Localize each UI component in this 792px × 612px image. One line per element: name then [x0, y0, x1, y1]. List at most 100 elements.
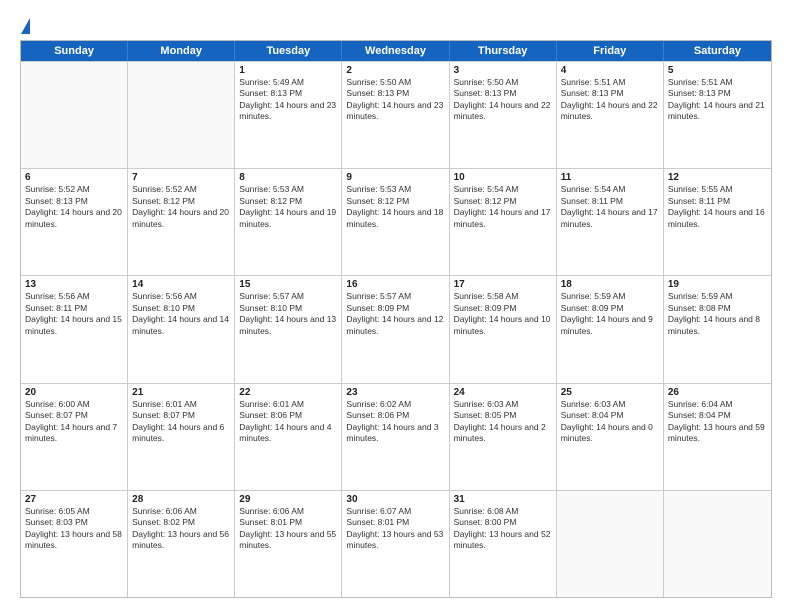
cell-info-line: Sunset: 8:08 PM — [668, 303, 767, 314]
calendar-cell-9: 9Sunrise: 5:53 AMSunset: 8:12 PMDaylight… — [342, 169, 449, 275]
cell-info-line: Sunset: 8:04 PM — [561, 410, 659, 421]
calendar-header: SundayMondayTuesdayWednesdayThursdayFrid… — [21, 41, 771, 61]
calendar-cell-19: 19Sunrise: 5:59 AMSunset: 8:08 PMDayligh… — [664, 276, 771, 382]
cell-info-line: Sunrise: 6:03 AM — [454, 399, 552, 410]
day-number: 29 — [239, 494, 337, 505]
header-day-saturday: Saturday — [664, 41, 771, 61]
cell-info-line: Sunrise: 5:58 AM — [454, 291, 552, 302]
header-day-wednesday: Wednesday — [342, 41, 449, 61]
cell-info-line: Daylight: 14 hours and 23 minutes. — [346, 100, 444, 123]
cell-info-line: Daylight: 14 hours and 20 minutes. — [132, 207, 230, 230]
day-number: 31 — [454, 494, 552, 505]
cell-info-line: Sunset: 8:11 PM — [668, 196, 767, 207]
cell-info-line: Sunset: 8:09 PM — [561, 303, 659, 314]
cell-info-line: Sunrise: 6:03 AM — [561, 399, 659, 410]
cell-info-line: Sunset: 8:11 PM — [561, 196, 659, 207]
cell-info-line: Sunset: 8:07 PM — [25, 410, 123, 421]
cell-info-line: Sunset: 8:12 PM — [346, 196, 444, 207]
cell-info-line: Daylight: 14 hours and 17 minutes. — [454, 207, 552, 230]
header-day-friday: Friday — [557, 41, 664, 61]
cell-info-line: Sunrise: 6:08 AM — [454, 506, 552, 517]
calendar-cell-21: 21Sunrise: 6:01 AMSunset: 8:07 PMDayligh… — [128, 384, 235, 490]
cell-info-line: Daylight: 14 hours and 7 minutes. — [25, 422, 123, 445]
day-number: 5 — [668, 65, 767, 76]
day-number: 4 — [561, 65, 659, 76]
calendar-cell-1: 1Sunrise: 5:49 AMSunset: 8:13 PMDaylight… — [235, 62, 342, 168]
cell-info-line: Sunrise: 6:05 AM — [25, 506, 123, 517]
calendar: SundayMondayTuesdayWednesdayThursdayFrid… — [20, 40, 772, 598]
calendar-cell-3: 3Sunrise: 5:50 AMSunset: 8:13 PMDaylight… — [450, 62, 557, 168]
cell-info-line: Sunset: 8:07 PM — [132, 410, 230, 421]
cell-info-line: Daylight: 14 hours and 22 minutes. — [454, 100, 552, 123]
day-number: 21 — [132, 387, 230, 398]
calendar-cell-empty-0-0 — [21, 62, 128, 168]
day-number: 27 — [25, 494, 123, 505]
cell-info-line: Daylight: 14 hours and 0 minutes. — [561, 422, 659, 445]
header-day-thursday: Thursday — [450, 41, 557, 61]
day-number: 10 — [454, 172, 552, 183]
cell-info-line: Sunrise: 5:53 AM — [239, 184, 337, 195]
cell-info-line: Daylight: 13 hours and 52 minutes. — [454, 529, 552, 552]
day-number: 12 — [668, 172, 767, 183]
calendar-cell-6: 6Sunrise: 5:52 AMSunset: 8:13 PMDaylight… — [21, 169, 128, 275]
day-number: 23 — [346, 387, 444, 398]
calendar-row-3: 20Sunrise: 6:00 AMSunset: 8:07 PMDayligh… — [21, 383, 771, 490]
day-number: 16 — [346, 279, 444, 290]
cell-info-line: Daylight: 14 hours and 15 minutes. — [25, 314, 123, 337]
cell-info-line: Daylight: 13 hours and 55 minutes. — [239, 529, 337, 552]
cell-info-line: Daylight: 13 hours and 58 minutes. — [25, 529, 123, 552]
calendar-row-0: 1Sunrise: 5:49 AMSunset: 8:13 PMDaylight… — [21, 61, 771, 168]
cell-info-line: Sunset: 8:13 PM — [561, 88, 659, 99]
calendar-cell-8: 8Sunrise: 5:53 AMSunset: 8:12 PMDaylight… — [235, 169, 342, 275]
cell-info-line: Sunset: 8:05 PM — [454, 410, 552, 421]
cell-info-line: Sunset: 8:09 PM — [454, 303, 552, 314]
cell-info-line: Sunrise: 5:51 AM — [561, 77, 659, 88]
cell-info-line: Daylight: 14 hours and 21 minutes. — [668, 100, 767, 123]
day-number: 6 — [25, 172, 123, 183]
cell-info-line: Sunrise: 6:01 AM — [132, 399, 230, 410]
cell-info-line: Sunset: 8:09 PM — [346, 303, 444, 314]
calendar-cell-5: 5Sunrise: 5:51 AMSunset: 8:13 PMDaylight… — [664, 62, 771, 168]
calendar-body: 1Sunrise: 5:49 AMSunset: 8:13 PMDaylight… — [21, 61, 771, 597]
cell-info-line: Sunset: 8:13 PM — [346, 88, 444, 99]
cell-info-line: Daylight: 14 hours and 16 minutes. — [668, 207, 767, 230]
cell-info-line: Sunrise: 5:54 AM — [561, 184, 659, 195]
cell-info-line: Sunrise: 5:56 AM — [25, 291, 123, 302]
cell-info-line: Sunrise: 5:55 AM — [668, 184, 767, 195]
cell-info-line: Sunset: 8:13 PM — [239, 88, 337, 99]
day-number: 19 — [668, 279, 767, 290]
cell-info-line: Sunrise: 6:04 AM — [668, 399, 767, 410]
day-number: 13 — [25, 279, 123, 290]
cell-info-line: Sunrise: 5:53 AM — [346, 184, 444, 195]
calendar-cell-28: 28Sunrise: 6:06 AMSunset: 8:02 PMDayligh… — [128, 491, 235, 597]
cell-info-line: Daylight: 14 hours and 9 minutes. — [561, 314, 659, 337]
day-number: 22 — [239, 387, 337, 398]
calendar-row-4: 27Sunrise: 6:05 AMSunset: 8:03 PMDayligh… — [21, 490, 771, 597]
cell-info-line: Sunrise: 5:59 AM — [668, 291, 767, 302]
cell-info-line: Daylight: 13 hours and 56 minutes. — [132, 529, 230, 552]
cell-info-line: Sunrise: 5:51 AM — [668, 77, 767, 88]
cell-info-line: Sunrise: 5:49 AM — [239, 77, 337, 88]
cell-info-line: Sunrise: 6:02 AM — [346, 399, 444, 410]
day-number: 26 — [668, 387, 767, 398]
cell-info-line: Daylight: 14 hours and 2 minutes. — [454, 422, 552, 445]
calendar-cell-empty-0-1 — [128, 62, 235, 168]
cell-info-line: Daylight: 14 hours and 19 minutes. — [239, 207, 337, 230]
cell-info-line: Sunrise: 5:59 AM — [561, 291, 659, 302]
cell-info-line: Sunset: 8:10 PM — [132, 303, 230, 314]
day-number: 2 — [346, 65, 444, 76]
calendar-row-1: 6Sunrise: 5:52 AMSunset: 8:13 PMDaylight… — [21, 168, 771, 275]
calendar-cell-16: 16Sunrise: 5:57 AMSunset: 8:09 PMDayligh… — [342, 276, 449, 382]
day-number: 11 — [561, 172, 659, 183]
day-number: 7 — [132, 172, 230, 183]
calendar-cell-14: 14Sunrise: 5:56 AMSunset: 8:10 PMDayligh… — [128, 276, 235, 382]
cell-info-line: Daylight: 14 hours and 14 minutes. — [132, 314, 230, 337]
header-day-tuesday: Tuesday — [235, 41, 342, 61]
cell-info-line: Sunrise: 5:54 AM — [454, 184, 552, 195]
calendar-cell-18: 18Sunrise: 5:59 AMSunset: 8:09 PMDayligh… — [557, 276, 664, 382]
cell-info-line: Sunset: 8:01 PM — [239, 517, 337, 528]
calendar-cell-15: 15Sunrise: 5:57 AMSunset: 8:10 PMDayligh… — [235, 276, 342, 382]
cell-info-line: Daylight: 14 hours and 23 minutes. — [239, 100, 337, 123]
cell-info-line: Sunrise: 5:52 AM — [25, 184, 123, 195]
calendar-cell-23: 23Sunrise: 6:02 AMSunset: 8:06 PMDayligh… — [342, 384, 449, 490]
